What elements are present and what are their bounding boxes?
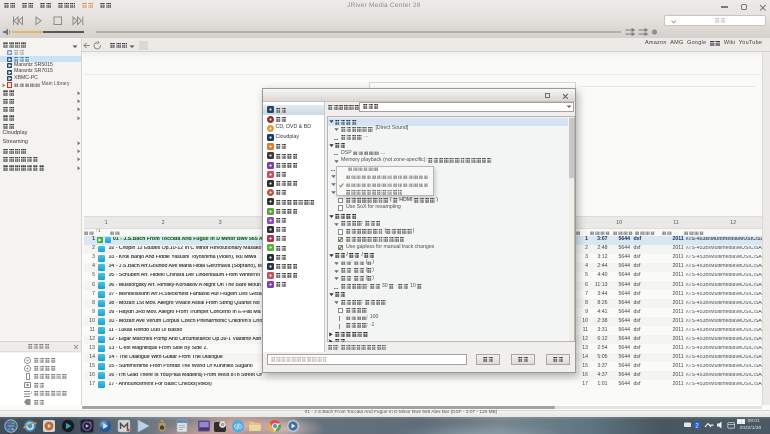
svg-text:qb: qb bbox=[234, 423, 242, 430]
